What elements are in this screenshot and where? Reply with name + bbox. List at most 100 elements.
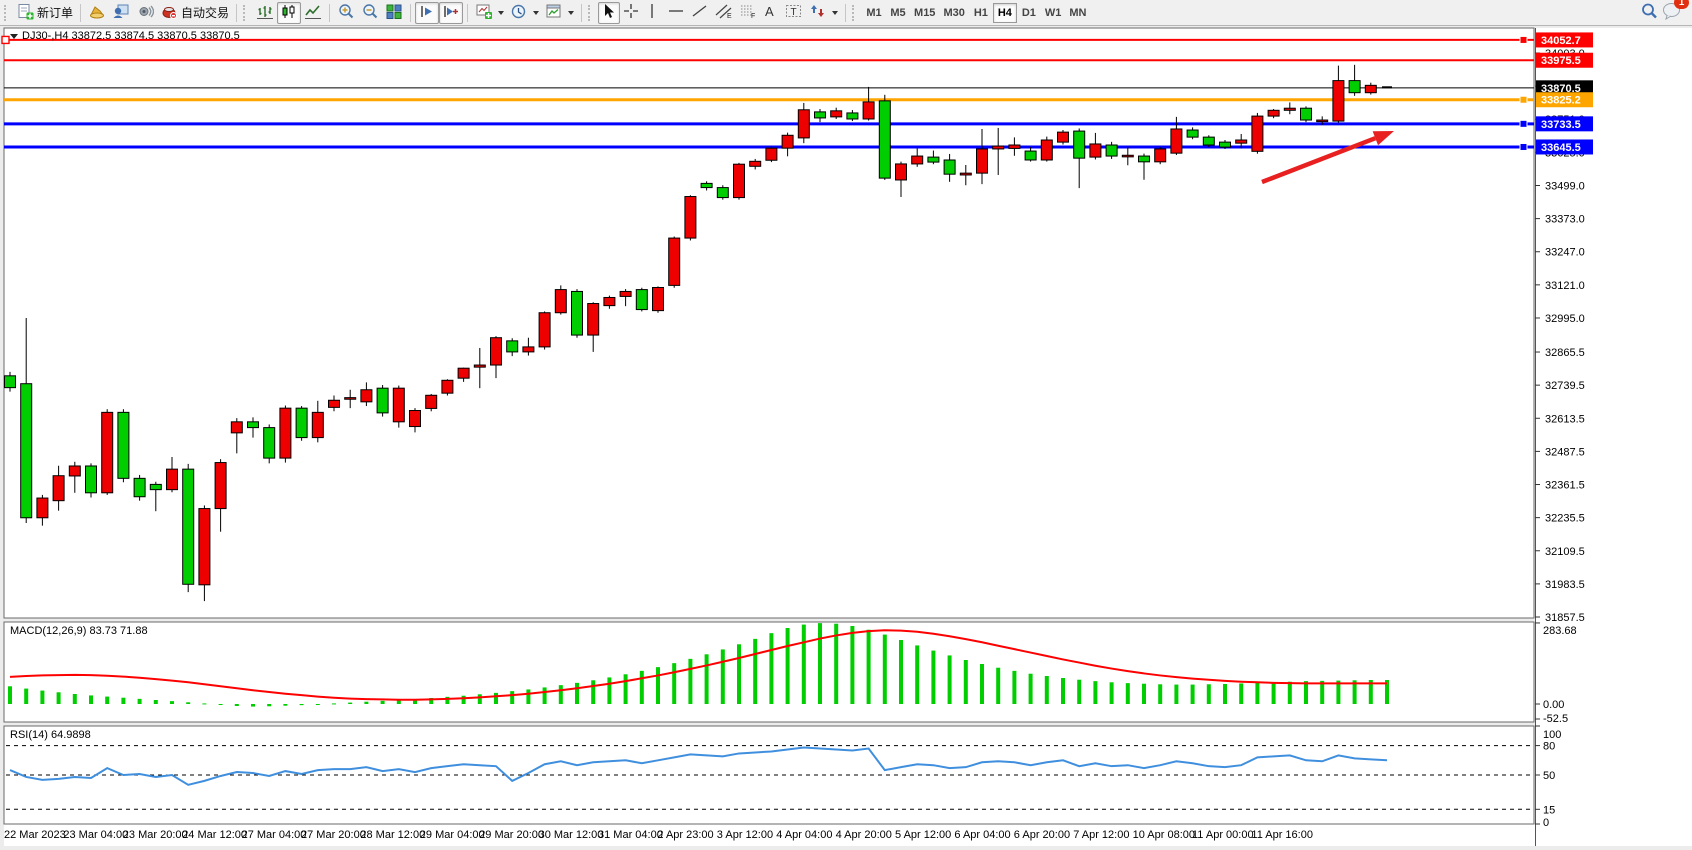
level-line-handle[interactable] (1520, 96, 1527, 103)
macd-pane[interactable] (4, 622, 1534, 722)
candle[interactable] (555, 285, 566, 314)
new-chart-dropdown-icon[interactable] (498, 11, 504, 15)
level-line-handle[interactable] (1520, 120, 1527, 127)
period-button[interactable] (507, 2, 542, 24)
price-tick-label: 32109.5 (1545, 546, 1585, 558)
candle[interactable] (717, 185, 728, 199)
indicators-button[interactable] (542, 2, 577, 24)
toolbar-grip[interactable] (588, 5, 595, 21)
autotrading-button[interactable]: 自动交易 (157, 2, 232, 24)
chart-title[interactable]: DJ30-,H4 33872.5 33874.5 33870.5 33870.5 (10, 30, 240, 42)
macd-histogram-bar (186, 702, 190, 704)
candle[interactable] (118, 409, 129, 482)
candle[interactable] (1155, 147, 1166, 164)
toolbar-grip[interactable] (852, 5, 859, 21)
toolbar-grip[interactable] (243, 5, 250, 21)
price-tick-label: 32613.5 (1545, 413, 1585, 425)
arrows-button[interactable] (806, 2, 841, 24)
candle[interactable] (442, 379, 453, 395)
macd-histogram-bar (73, 694, 77, 704)
candle[interactable] (296, 406, 307, 441)
equidistant-channel-button[interactable]: E (712, 2, 736, 24)
candle[interactable] (734, 163, 745, 200)
macd-histogram-bar (624, 674, 628, 704)
svg-text:33825.2: 33825.2 (1541, 95, 1581, 107)
chart-dropdown-icon[interactable] (10, 34, 18, 39)
candle[interactable] (280, 406, 291, 463)
crosshair-button[interactable] (620, 2, 642, 24)
timeframe-h4[interactable]: H4 (993, 3, 1017, 23)
chat-button[interactable]: 1 (1662, 1, 1682, 25)
level-line-handle[interactable] (1520, 36, 1527, 43)
level-line-handle[interactable] (2, 36, 9, 43)
candle[interactable] (1041, 137, 1052, 162)
text-button[interactable]: A (760, 2, 782, 24)
candle[interactable] (377, 385, 388, 417)
candle[interactable] (1301, 106, 1312, 122)
candle[interactable] (539, 311, 550, 349)
period-dropdown-icon[interactable] (533, 11, 539, 15)
timeframe-d1[interactable]: D1 (1017, 3, 1041, 23)
timeframe-w1[interactable]: W1 (1041, 3, 1066, 23)
candle[interactable] (183, 464, 194, 592)
candle[interactable] (264, 424, 275, 463)
tile-windows-button[interactable] (382, 2, 406, 24)
market-watch-button[interactable] (85, 2, 109, 24)
candle[interactable] (685, 195, 696, 240)
macd-histogram-bar (8, 686, 12, 704)
candle[interactable] (766, 146, 777, 162)
line-chart-button[interactable] (301, 2, 325, 24)
level-line-handle[interactable] (1520, 143, 1527, 150)
candle[interactable] (134, 475, 145, 501)
candle[interactable] (653, 286, 664, 312)
indicators-dropdown-icon[interactable] (568, 11, 574, 15)
zoom-out-button[interactable] (358, 2, 382, 24)
candle[interactable] (1058, 130, 1069, 144)
sound-button[interactable] (133, 2, 157, 24)
candlestick-chart-button[interactable] (277, 2, 301, 24)
new-order-button[interactable]: 新订单 (14, 2, 76, 24)
time-axis-label: 23 Mar 04:00 (63, 829, 128, 841)
cursor-button[interactable] (598, 2, 620, 24)
chart-shift-button[interactable] (439, 2, 463, 24)
price-tick-label: 33247.0 (1545, 247, 1585, 259)
candle[interactable] (86, 463, 97, 497)
candle[interactable] (426, 394, 437, 411)
timeframe-h1[interactable]: H1 (969, 3, 993, 23)
candle[interactable] (636, 288, 647, 312)
trendline-button[interactable] (688, 2, 712, 24)
arrows-dropdown-icon[interactable] (832, 11, 838, 15)
candle[interactable] (879, 95, 890, 180)
bar-chart-button[interactable] (253, 2, 277, 24)
text-label-button[interactable]: T (782, 2, 806, 24)
chat-unread-badge: 1 (1674, 0, 1689, 9)
timeframe-m1[interactable]: M1 (862, 3, 886, 23)
toolbar-grip[interactable] (4, 5, 11, 21)
candle[interactable] (393, 386, 404, 428)
auto-scroll-button[interactable] (415, 2, 439, 24)
time-axis-label: 30 Mar 12:00 (539, 829, 604, 841)
search-button[interactable] (1637, 2, 1662, 24)
time-axis-label: 10 Apr 08:00 (1133, 829, 1195, 841)
sound-icon (136, 3, 154, 23)
vertical-line-button[interactable] (642, 2, 664, 24)
candle[interactable] (1252, 113, 1263, 154)
timeframe-mn[interactable]: MN (1065, 3, 1090, 23)
current-bar[interactable] (1382, 86, 1392, 88)
timeframe-m5[interactable]: M5 (886, 3, 910, 23)
horizontal-line-button[interactable] (664, 2, 688, 24)
candle[interactable] (102, 409, 113, 495)
new-chart-button[interactable] (472, 2, 507, 24)
chat-icon (1662, 7, 1682, 24)
chart-canvas[interactable]: 34003.033877.033751.033625.033499.033373… (0, 0, 1692, 850)
timeframe-m15[interactable]: M15 (910, 3, 939, 23)
macd-histogram-bar (494, 693, 498, 704)
fibonacci-button[interactable]: F (736, 2, 760, 24)
zoom-in-button[interactable] (334, 2, 358, 24)
candle[interactable] (669, 236, 680, 287)
price-tick-label: 31983.5 (1545, 579, 1585, 591)
timeframe-m30[interactable]: M30 (939, 3, 968, 23)
navigator-button[interactable] (109, 2, 133, 24)
candle[interactable] (572, 289, 583, 338)
candle[interactable] (1203, 135, 1214, 147)
